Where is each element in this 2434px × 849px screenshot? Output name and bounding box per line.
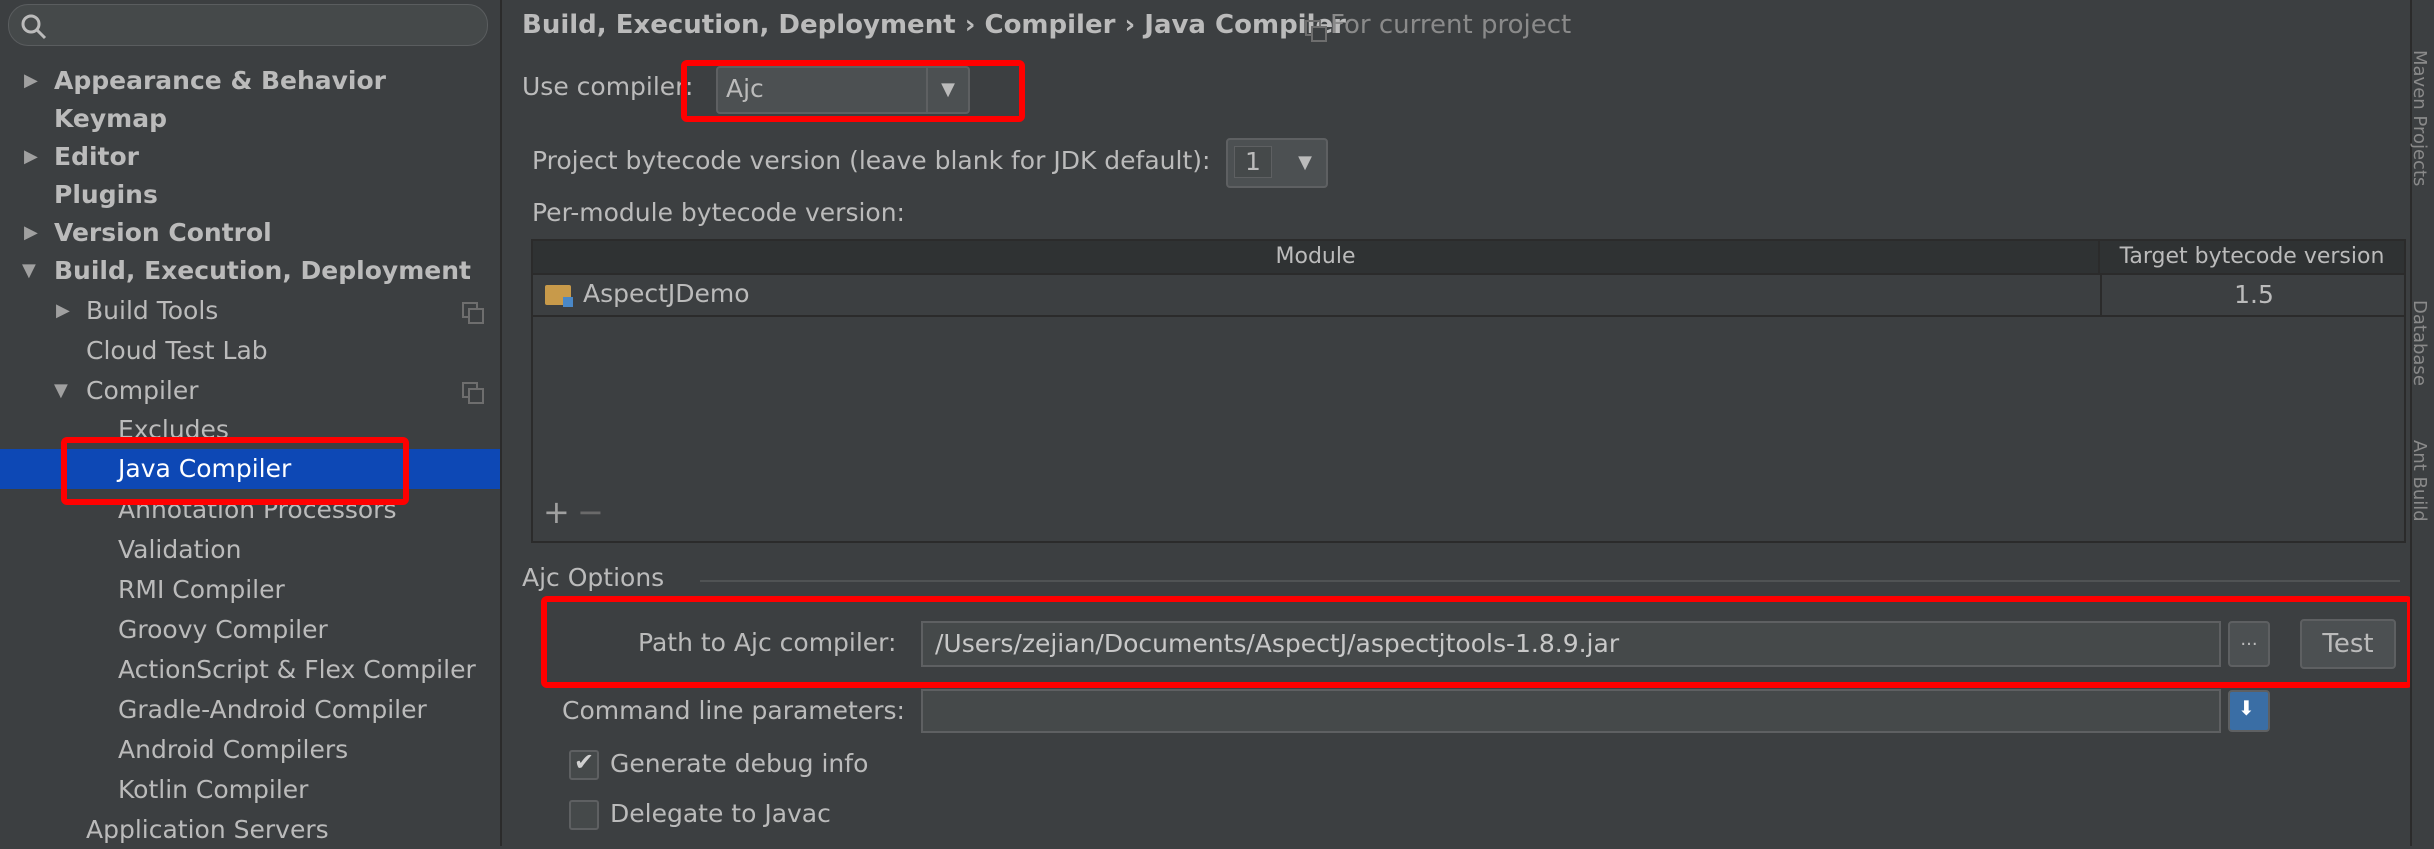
delegate-javac-label: Delegate to Javac xyxy=(610,799,831,828)
module-bytecode-table: Module Target bytecode version AspectJDe… xyxy=(531,239,2406,543)
test-button[interactable]: Test xyxy=(2300,619,2396,669)
breadcrumb-build: Build, Execution, Deployment xyxy=(522,10,956,40)
sidebar-item-build-execution-deployment[interactable]: Build, Execution, Deployment xyxy=(54,252,471,290)
project-bytecode-label: Project bytecode version (leave blank fo… xyxy=(532,146,1211,175)
project-scope-icon xyxy=(1305,20,1327,42)
sidebar-item-plugins[interactable]: Plugins xyxy=(54,176,158,214)
module-badge-icon xyxy=(563,297,573,307)
sidebar-item-application-servers[interactable]: Application Servers xyxy=(86,811,329,849)
module-name: AspectJDemo xyxy=(583,279,750,308)
database-tab[interactable]: Database xyxy=(2409,300,2430,386)
delegate-javac-checkbox[interactable] xyxy=(569,800,599,830)
table-row[interactable]: AspectJDemo 1.5 xyxy=(533,275,2404,317)
download-icon: ⬇ xyxy=(2238,696,2255,720)
expand-right-icon[interactable]: ▶ xyxy=(24,222,38,243)
search-icon xyxy=(21,14,47,40)
ajc-path-input[interactable]: /Users/zejian/Documents/AspectJ/aspectjt… xyxy=(921,621,2221,667)
browse-path-button[interactable]: ... xyxy=(2228,621,2270,667)
sidebar-item-actionscript-flex-compiler[interactable]: ActionScript & Flex Compiler xyxy=(118,651,476,689)
sidebar-item-annotation-processors[interactable]: Annotation Processors xyxy=(118,491,396,529)
insert-macro-button[interactable]: ⬇ xyxy=(2228,690,2270,732)
sidebar-item-build-tools[interactable]: Build Tools xyxy=(86,292,218,330)
ant-build-tab[interactable]: Ant Build xyxy=(2409,440,2430,522)
expand-right-icon[interactable]: ▶ xyxy=(24,70,38,91)
cmd-params-input[interactable] xyxy=(921,689,2221,733)
sidebar-item-android-compilers[interactable]: Android Compilers xyxy=(118,731,348,769)
debug-info-checkbox[interactable]: ✔ xyxy=(569,748,599,780)
sidebar-item-appearance[interactable]: Appearance & Behavior xyxy=(54,62,386,100)
compiler-select-value: Ajc xyxy=(726,74,764,103)
project-scope-icon xyxy=(462,382,484,404)
ajc-path-value: /Users/zejian/Documents/AspectJ/aspectjt… xyxy=(935,629,1620,658)
sidebar-item-keymap[interactable]: Keymap xyxy=(54,100,167,138)
ajc-path-label: Path to Ajc compiler: xyxy=(638,628,897,657)
settings-sidebar: ▶ Appearance & Behavior Keymap ▶ Editor … xyxy=(0,0,502,846)
use-compiler-label: Use compiler: xyxy=(522,72,694,101)
add-module-button[interactable]: + xyxy=(543,493,570,531)
sidebar-item-java-compiler[interactable]: Java Compiler xyxy=(118,450,291,488)
scope-label: For current project xyxy=(1330,10,1572,40)
debug-info-label: Generate debug info xyxy=(610,749,869,778)
ajc-options-title: Ajc Options xyxy=(522,563,665,592)
sidebar-item-version-control[interactable]: Version Control xyxy=(54,214,272,252)
expand-right-icon[interactable]: ▶ xyxy=(56,300,70,321)
breadcrumb: Build, Execution, Deployment › Compiler … xyxy=(522,10,1346,40)
cmd-params-label: Command line parameters: xyxy=(562,696,905,725)
sidebar-item-groovy-compiler[interactable]: Groovy Compiler xyxy=(118,611,328,649)
sidebar-item-compiler[interactable]: Compiler xyxy=(86,372,199,410)
bytecode-version-value: 1 xyxy=(1234,146,1272,178)
sidebar-item-cloud-test-lab[interactable]: Cloud Test Lab xyxy=(86,332,268,370)
search-input[interactable] xyxy=(8,4,488,46)
expand-down-icon[interactable]: ▼ xyxy=(22,260,36,281)
breadcrumb-separator: › xyxy=(964,10,976,40)
sidebar-item-editor[interactable]: Editor xyxy=(54,138,139,176)
compiler-select[interactable]: Ajc ▼ xyxy=(716,66,970,114)
module-target-version[interactable]: 1.5 xyxy=(2100,275,2406,315)
sidebar-item-rmi-compiler[interactable]: RMI Compiler xyxy=(118,571,285,609)
project-scope-icon xyxy=(462,302,484,324)
per-module-label: Per-module bytecode version: xyxy=(532,198,905,227)
sidebar-item-validation[interactable]: Validation xyxy=(118,531,241,569)
column-header-target-version[interactable]: Target bytecode version xyxy=(2100,241,2404,275)
remove-module-button[interactable]: − xyxy=(577,493,604,531)
sidebar-item-excludes[interactable]: Excludes xyxy=(118,411,229,449)
expand-right-icon[interactable]: ▶ xyxy=(24,146,38,167)
maven-projects-tab[interactable]: Maven Projects xyxy=(2409,50,2430,186)
column-header-module[interactable]: Module xyxy=(533,241,2100,275)
sidebar-item-kotlin-compiler[interactable]: Kotlin Compiler xyxy=(118,771,308,809)
bytecode-version-select[interactable]: 1 ▼ xyxy=(1226,138,1328,188)
checkmark-icon: ✔ xyxy=(574,748,595,776)
expand-down-icon[interactable]: ▼ xyxy=(54,380,68,401)
breadcrumb-separator: › xyxy=(1124,10,1136,40)
right-tool-strip: Maven Projects Database Ant Build xyxy=(2409,0,2434,846)
chevron-down-icon: ▼ xyxy=(1298,152,1312,173)
chevron-down-icon: ▼ xyxy=(926,68,968,112)
breadcrumb-compiler: Compiler xyxy=(984,10,1116,40)
section-divider xyxy=(700,580,2400,582)
sidebar-item-gradle-android-compiler[interactable]: Gradle-Android Compiler xyxy=(118,691,427,729)
